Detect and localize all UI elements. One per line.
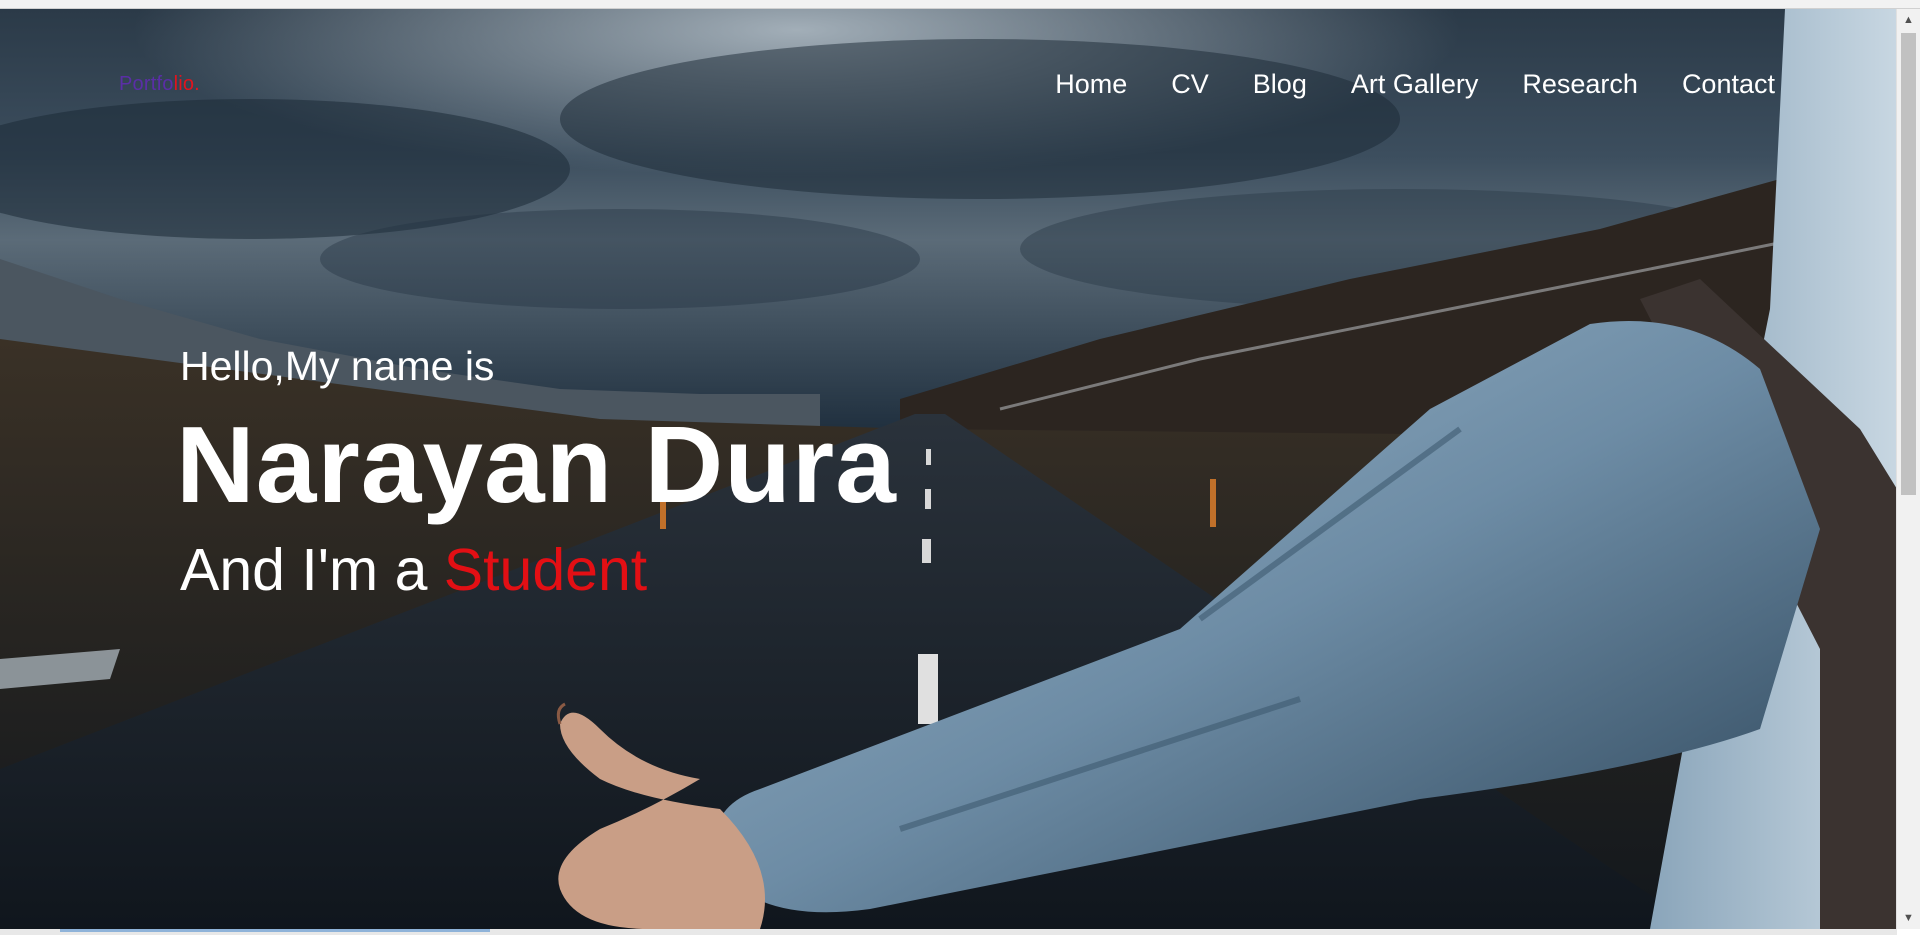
browser-top-edge [0, 0, 1920, 9]
page-bottom-edge [0, 929, 1897, 935]
nav-link-cv[interactable]: CV [1171, 69, 1209, 100]
logo-text-part2: lio. [173, 73, 200, 95]
logo-text-part1: Portfo [119, 73, 174, 95]
nav-link-research[interactable]: Research [1522, 69, 1638, 100]
hero-role-highlight: Student [443, 537, 648, 603]
nav-link-blog[interactable]: Blog [1253, 69, 1307, 100]
hero-role-prefix: And I'm a [180, 537, 444, 603]
page-scrollbar[interactable]: ▲ ▼ [1896, 9, 1920, 929]
scrollbar-thumb[interactable] [1901, 33, 1916, 495]
scroll-down-arrow-icon[interactable]: ▼ [1897, 907, 1920, 929]
site-logo[interactable]: Portfolio. [119, 73, 200, 96]
nav-link-home[interactable]: Home [1055, 69, 1127, 100]
hero-section: Portfolio. Home CV Blog Art Gallery Rese… [0, 9, 1897, 929]
main-navigation: Home CV Blog Art Gallery Research Contac… [1011, 69, 1775, 100]
hero-greeting: Hello,My name is [180, 343, 495, 389]
hero-name: Narayan Dura [176, 404, 897, 526]
bottom-highlight-bar [60, 929, 490, 932]
hero-role: And I'm a Student [180, 536, 647, 604]
nav-link-contact[interactable]: Contact [1682, 69, 1775, 100]
scroll-up-arrow-icon[interactable]: ▲ [1897, 9, 1920, 31]
nav-link-art-gallery[interactable]: Art Gallery [1351, 69, 1479, 100]
